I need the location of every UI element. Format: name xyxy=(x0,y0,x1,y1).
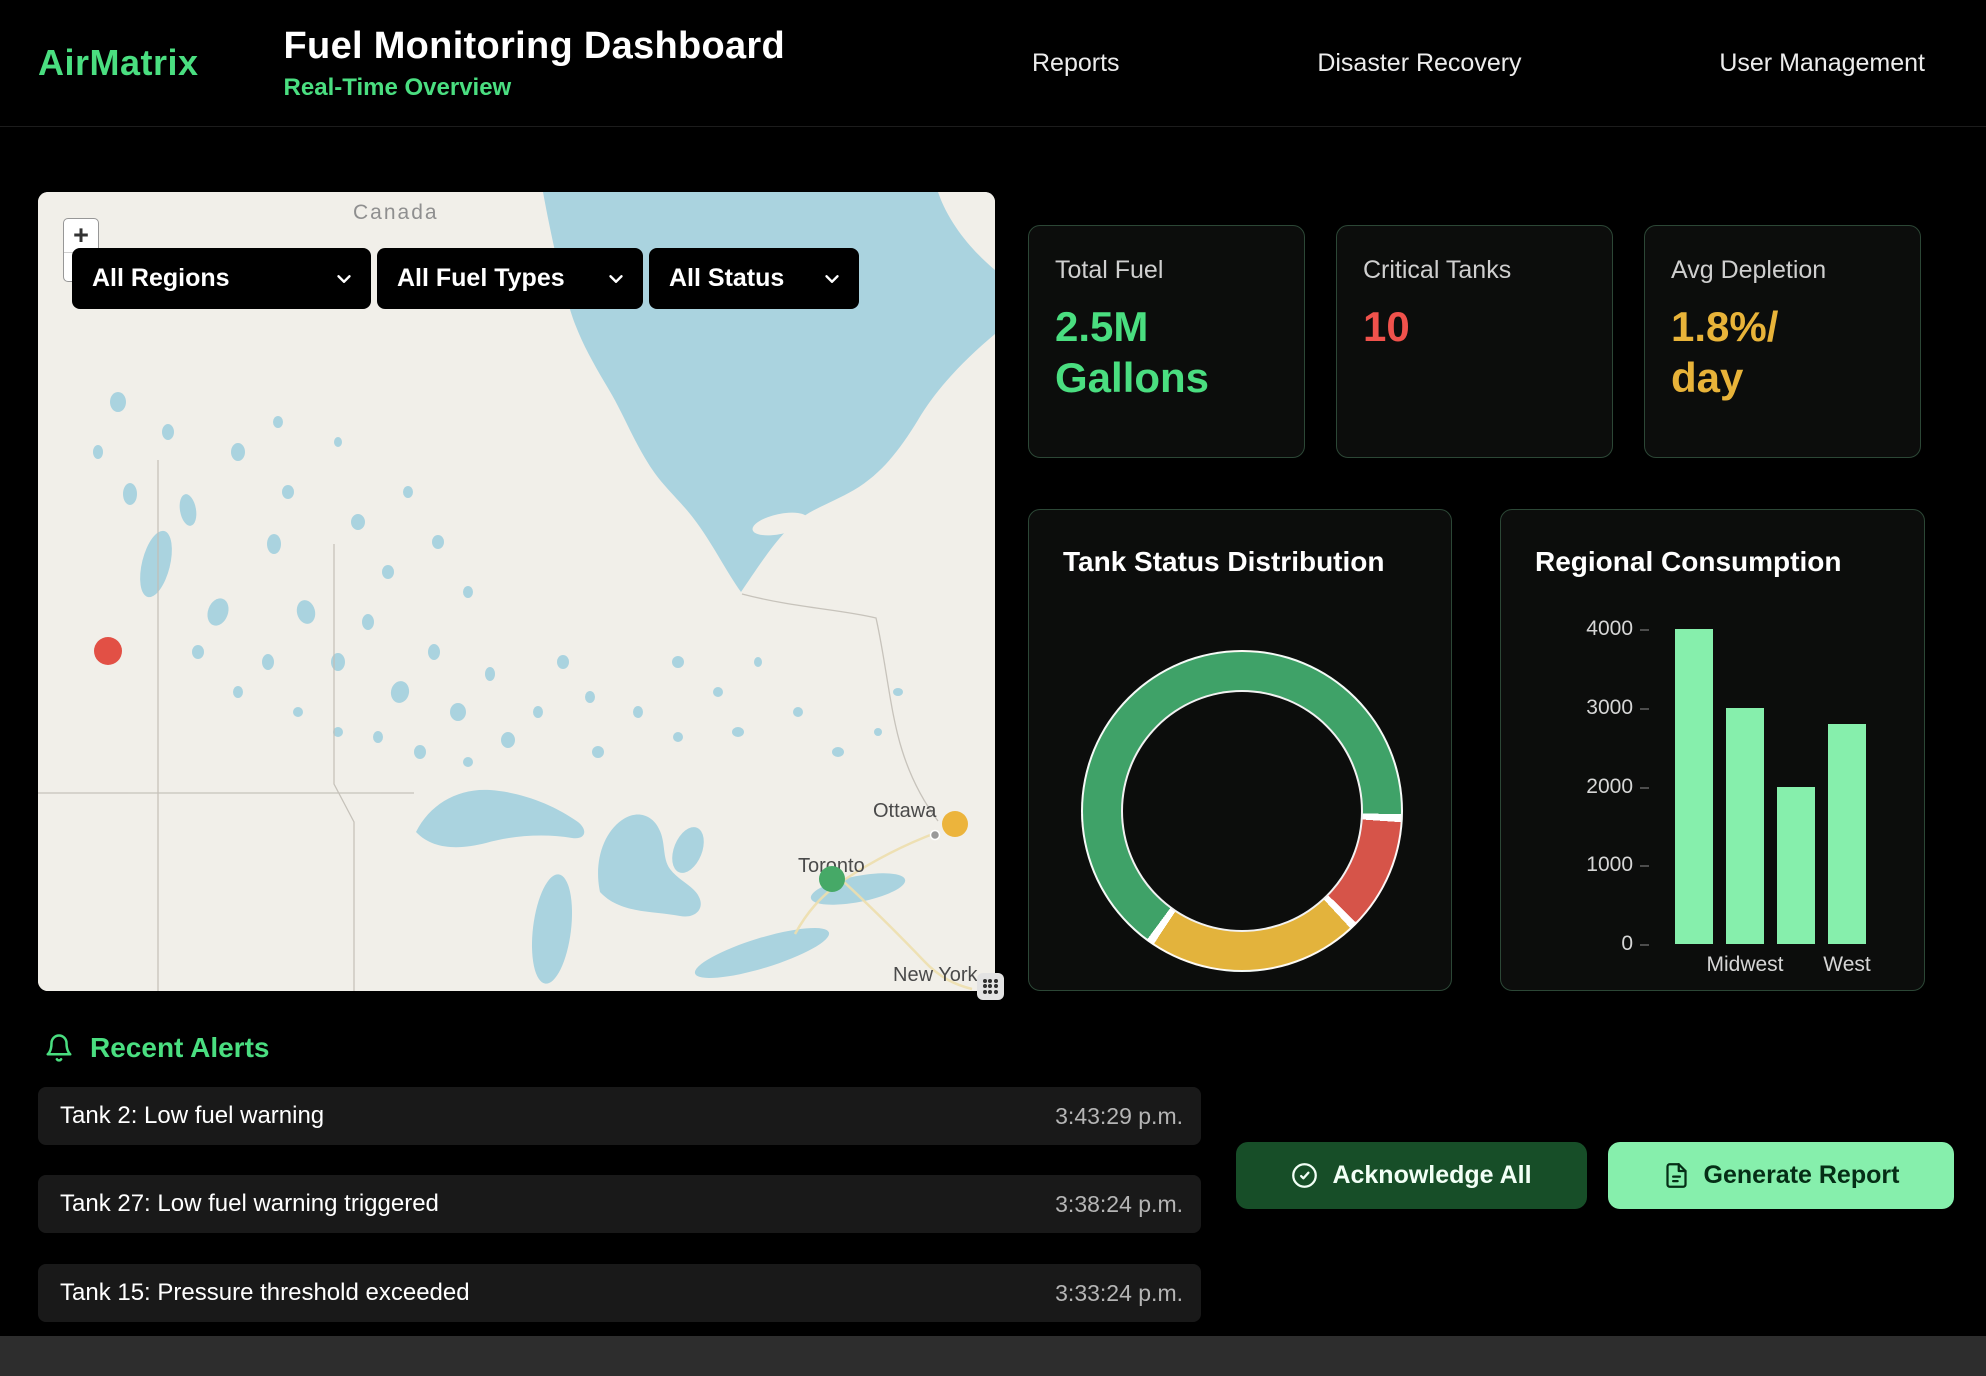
critical-tank-marker[interactable] xyxy=(94,637,122,665)
report-document-icon xyxy=(1663,1162,1690,1189)
bar-ytick-label: 1000 xyxy=(1549,854,1633,876)
map-resize-grip-icon[interactable] xyxy=(977,973,1004,1000)
fuel-monitoring-dashboard: AirMatrix Fuel Monitoring Dashboard Real… xyxy=(0,0,1986,1376)
status-filter-value: All Status xyxy=(669,264,784,293)
map-city-dot-ottawa xyxy=(931,831,940,840)
fuel-types-filter-dropdown[interactable]: All Fuel Types xyxy=(377,248,643,309)
brand-logo: AirMatrix xyxy=(38,42,199,84)
consumption-bar-1 xyxy=(1726,708,1764,944)
stats-row: Total Fuel 2.5M Gallons Critical Tanks 1… xyxy=(1028,225,1921,458)
consumption-bar-3 xyxy=(1828,724,1866,945)
title-block: Fuel Monitoring Dashboard Real-Time Over… xyxy=(284,25,785,102)
recent-alerts-heading: Recent Alerts xyxy=(44,1032,269,1064)
page-title: Fuel Monitoring Dashboard xyxy=(284,25,785,68)
consumption-bar-0 xyxy=(1675,629,1713,944)
chart-title: Tank Status Distribution xyxy=(1063,546,1385,578)
alert-timestamp: 3:38:24 p.m. xyxy=(1055,1191,1183,1218)
nav-reports[interactable]: Reports xyxy=(1032,49,1120,78)
bar-ytick-label: 3000 xyxy=(1549,697,1633,719)
nav-disaster-recovery[interactable]: Disaster Recovery xyxy=(1317,49,1521,78)
chevron-down-icon xyxy=(605,268,627,290)
bar-xtick-label: West xyxy=(1823,953,1870,977)
regional-consumption-card: Regional Consumption 4000 3000 2000 1000 0 M… xyxy=(1500,509,1925,991)
fuel-types-filter-value: All Fuel Types xyxy=(397,264,565,293)
generate-report-button[interactable]: Generate Report xyxy=(1608,1142,1954,1209)
donut-hole xyxy=(1121,690,1363,932)
bar-chart-yaxis: 4000 3000 2000 1000 0 xyxy=(1549,618,1633,955)
stat-card-total-fuel: Total Fuel 2.5M Gallons xyxy=(1028,225,1305,458)
alert-timestamp: 3:43:29 p.m. xyxy=(1055,1103,1183,1130)
bar-ytick-label: 4000 xyxy=(1549,618,1633,640)
page-subtitle: Real-Time Overview xyxy=(284,74,785,102)
stat-value-avg-depletion: 1.8%/ day xyxy=(1671,301,1843,403)
alert-message: Tank 15: Pressure threshold exceeded xyxy=(60,1279,470,1307)
map-canvas[interactable]: Canada Ottawa Toronto New York xyxy=(38,192,995,991)
nav-user-management[interactable]: User Management xyxy=(1719,49,1925,78)
bar-ytick-label: 0 xyxy=(1549,933,1633,955)
bar-column: Midwest xyxy=(1726,629,1764,944)
regions-filter-dropdown[interactable]: All Regions xyxy=(72,248,371,309)
bar-ytick-label: 2000 xyxy=(1549,776,1633,798)
chevron-down-icon xyxy=(333,268,355,290)
alert-row: Tank 2: Low fuel warning 3:43:29 p.m. xyxy=(38,1087,1201,1145)
status-filter-dropdown[interactable]: All Status xyxy=(649,248,859,309)
check-circle-icon xyxy=(1291,1162,1318,1189)
stat-label: Avg Depletion xyxy=(1671,256,1894,285)
tank-status-distribution-card: Tank Status Distribution xyxy=(1028,509,1452,991)
map-panel: Canada Ottawa Toronto New York + All Reg… xyxy=(38,192,995,991)
alert-row: Tank 15: Pressure threshold exceeded 3:3… xyxy=(38,1264,1201,1322)
bar-xtick-label: Midwest xyxy=(1706,953,1783,977)
stat-value-critical-tanks: 10 xyxy=(1363,301,1535,352)
map-filter-bar: All Regions All Fuel Types All Status xyxy=(72,248,859,309)
warning-tank-marker[interactable] xyxy=(942,811,968,837)
normal-tank-marker[interactable] xyxy=(819,866,845,892)
alert-row: Tank 27: Low fuel warning triggered 3:38… xyxy=(38,1175,1201,1233)
bar-chart-bars: Midwest West xyxy=(1675,629,1866,944)
bell-icon xyxy=(44,1033,74,1063)
bar-column xyxy=(1777,629,1815,944)
map-label-ottawa: Ottawa xyxy=(873,800,937,822)
bar-column xyxy=(1675,629,1713,944)
stat-label: Critical Tanks xyxy=(1363,256,1586,285)
bar-column: West xyxy=(1828,629,1866,944)
chevron-down-icon xyxy=(821,268,843,290)
acknowledge-all-label: Acknowledge All xyxy=(1332,1161,1531,1190)
stat-card-avg-depletion: Avg Depletion 1.8%/ day xyxy=(1644,225,1921,458)
stat-card-critical-tanks: Critical Tanks 10 xyxy=(1336,225,1613,458)
generate-report-label: Generate Report xyxy=(1704,1161,1900,1190)
tank-status-donut-chart xyxy=(1081,650,1403,972)
chart-title: Regional Consumption xyxy=(1535,546,1841,578)
map-label-new-york: New York xyxy=(893,964,978,986)
alert-message: Tank 2: Low fuel warning xyxy=(60,1102,324,1130)
alert-message: Tank 27: Low fuel warning triggered xyxy=(60,1190,439,1218)
regions-filter-value: All Regions xyxy=(92,264,230,293)
consumption-bar-2 xyxy=(1777,787,1815,945)
acknowledge-all-button[interactable]: Acknowledge All xyxy=(1236,1142,1587,1209)
header: AirMatrix Fuel Monitoring Dashboard Real… xyxy=(0,0,1986,127)
top-nav: Reports Disaster Recovery User Managemen… xyxy=(1032,49,1925,78)
map-label-canada: Canada xyxy=(353,201,439,224)
recent-alerts-title: Recent Alerts xyxy=(90,1032,269,1064)
stat-label: Total Fuel xyxy=(1055,256,1278,285)
alert-timestamp: 3:33:24 p.m. xyxy=(1055,1280,1183,1307)
bottom-strip xyxy=(0,1336,1986,1376)
stat-value-total-fuel: 2.5M Gallons xyxy=(1055,301,1227,403)
